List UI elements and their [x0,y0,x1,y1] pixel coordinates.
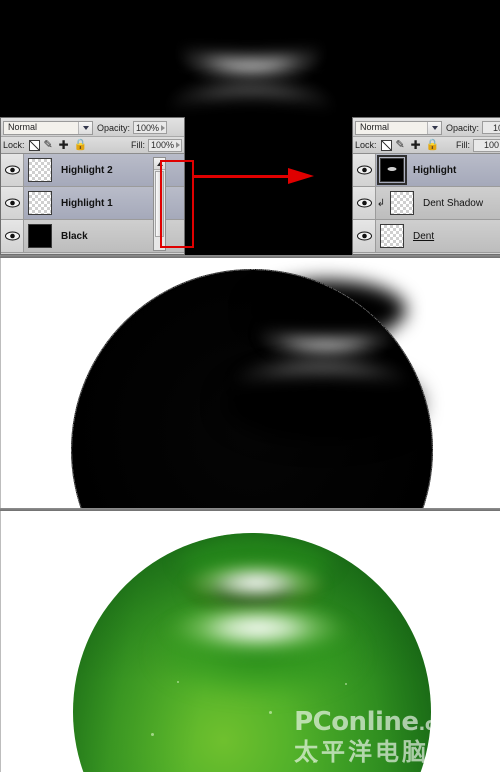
layers-panel-left[interactable]: Normal Opacity: 100% Lock: ✎ ✚ 🔒 Fill: 1… [0,117,185,255]
lock-position-icon[interactable]: ✚ [59,139,70,151]
apple-speck [151,733,154,736]
apple-speck [313,761,315,763]
visibility-toggle-highlight-1[interactable] [1,187,24,219]
apple-speck [345,683,347,685]
eye-icon [356,231,372,241]
opacity-slider-arrow-icon[interactable] [161,124,166,131]
fill-label-right: Fill: [456,140,470,150]
opacity-label-left: Opacity: [97,122,131,133]
layer-thumbnail[interactable] [380,224,404,248]
layers-panel-right[interactable]: Normal Opacity: 100 Lock: ✎ ✚ 🔒 Fill: 10… [352,117,500,255]
upper-arc-mask [170,0,332,60]
eye-icon [4,198,20,208]
green-apple [73,533,431,772]
annotation-highlight-box [160,160,194,248]
lower-arc-mask [160,88,342,162]
lock-all-icon[interactable]: 🔒 [426,139,440,151]
fill-slider-arrow-icon[interactable] [176,142,180,148]
lock-position-icon[interactable]: ✚ [411,139,422,151]
layer-row-dent-shadow[interactable]: ↲ Dent Shadow [353,187,500,220]
chevron-down-icon[interactable] [427,121,441,134]
opacity-field-right[interactable]: 100 [482,121,500,134]
lock-row-right: Lock: ✎ ✚ 🔒 Fill: 100 [353,137,500,154]
blend-mode-row-left: Normal Opacity: 100% [1,118,184,137]
fill-label-left: Fill: [131,140,145,150]
fill-value-left: 100% [150,140,174,150]
fill-value-right: 100 [483,140,499,150]
lock-label-right: Lock: [355,140,377,150]
annotation-arrow-shaft [194,175,294,178]
fill-field-right[interactable]: 100 [473,138,500,152]
blend-mode-select-left[interactable]: Normal [3,120,93,135]
annotation-arrow-head-icon [288,168,314,184]
layer-row-highlight[interactable]: Highlight [353,154,500,187]
lock-label-left: Lock: [3,140,25,150]
layer-thumbnail[interactable] [28,158,52,182]
section-bottom-apple: PConline.com.cn 太平洋电脑网 [0,511,500,772]
blend-mode-row-right: Normal Opacity: 100 [353,118,500,137]
opacity-value-right: 100 [492,122,500,133]
eye-icon [356,165,372,175]
blend-mode-value-right: Normal [360,122,390,132]
layer-thumbnail[interactable] [28,191,52,215]
visibility-toggle-dent-shadow[interactable] [353,187,376,219]
lock-image-icon[interactable]: ✎ [44,139,55,151]
opacity-label-right: Opacity: [446,122,480,133]
clipping-mask-arrow-icon: ↲ [376,197,386,209]
lock-transparency-icon[interactable] [28,139,40,151]
lock-transparency-icon[interactable] [380,139,392,151]
visibility-toggle-dent[interactable] [353,220,376,252]
apple-speck [269,711,272,714]
tutorial-image: Normal Opacity: 100% Lock: ✎ ✚ 🔒 Fill: 1… [0,0,500,772]
visibility-toggle-highlight[interactable] [353,154,376,186]
eye-icon [356,198,372,208]
layer-name: Highlight 2 [61,164,113,176]
eye-icon [4,231,20,241]
visibility-toggle-highlight-2[interactable] [1,154,24,186]
layer-thumbnail[interactable] [390,191,414,215]
chevron-down-icon[interactable] [78,121,92,134]
fill-field-left[interactable]: 100% [148,138,182,152]
opacity-value-left: 100% [135,122,160,133]
layer-name: Dent Shadow [423,197,484,209]
layer-name: Black [61,230,88,242]
layer-list-right: Highlight ↲ Dent Shadow Dent [353,154,500,253]
blend-mode-select-right[interactable]: Normal [355,120,442,135]
apple-speck [177,681,179,683]
layer-row-dent[interactable]: Dent [353,220,500,253]
section-middle-sphere [0,258,500,508]
visibility-toggle-black[interactable] [1,220,24,252]
blend-mode-value-left: Normal [8,122,38,132]
layer-thumbnail[interactable] [377,155,407,185]
layer-name: Highlight [413,164,457,176]
layer-thumbnail[interactable] [28,224,52,248]
layer-name: Highlight 1 [61,197,113,209]
lock-image-icon[interactable]: ✎ [396,139,407,151]
eye-icon [4,165,20,175]
opacity-field-left[interactable]: 100% [133,121,168,134]
layer-name: Dent [413,230,435,242]
apple-lower-highlight [165,599,351,665]
lock-all-icon[interactable]: 🔒 [74,139,88,151]
lock-row-left: Lock: ✎ ✚ 🔒 Fill: 100% [1,137,184,154]
